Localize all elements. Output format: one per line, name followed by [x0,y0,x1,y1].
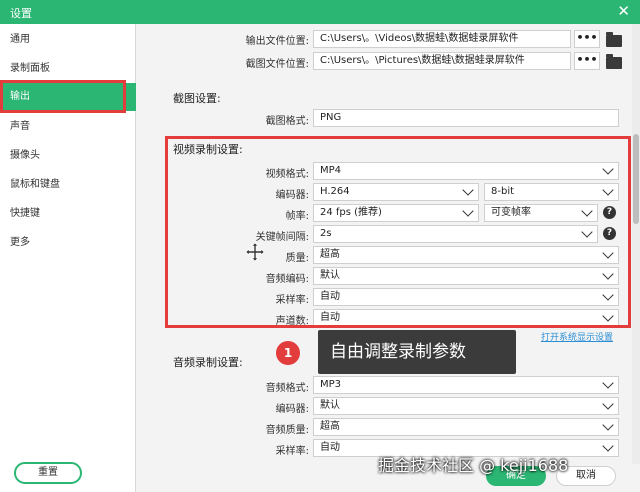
audio-encoder-select[interactable]: 默认 [313,397,619,415]
sidebar-item-recording-panel[interactable]: 录制面板 [0,55,136,83]
audio-sample-rate-value: 自动 [320,442,340,453]
sidebar-highlight-box [0,80,126,113]
audio-format-select[interactable]: MP3 [313,376,619,394]
sidebar-item-more[interactable]: 更多 [0,229,136,257]
folder-icon[interactable] [606,54,622,69]
video-path-field[interactable]: C:\Users\。\Videos\数据蛙\数据蛙录屏软件 [313,30,571,48]
folder-icon[interactable] [606,32,622,47]
open-display-settings-link[interactable]: 打开系统显示设置 [541,330,613,343]
scrollbar-thumb[interactable] [633,134,639,224]
screenshot-path-label: 截图文件位置: [245,59,309,70]
video-path-label: 输出文件位置: [245,36,309,47]
watermark: 掘金技术社区 @ keji1688 [378,456,569,475]
audio-encoder-value: 默认 [320,400,340,411]
move-cursor-icon [245,242,265,262]
title-bar: 设置 ✕ [0,0,640,24]
audio-format-value: MP3 [320,379,342,390]
video-path-more-button[interactable]: ••• [574,30,600,48]
close-icon[interactable]: ✕ [617,2,630,20]
chevron-down-icon [602,377,614,389]
audio-format-label: 音频格式: [265,383,309,394]
audio-quality-label: 音频质量: [265,425,309,436]
content-scrollbar[interactable] [632,24,640,464]
audio-sample-rate-label: 采样率: [275,446,309,457]
reset-button[interactable]: 重置 [14,462,82,484]
screenshot-format-label: 截图格式: [265,116,309,127]
video-settings-highlight-box [165,136,631,328]
annotation-callout: 自由调整录制参数 [318,330,516,374]
audio-quality-value: 超高 [320,421,340,432]
audio-quality-select[interactable]: 超高 [313,418,619,436]
chevron-down-icon [602,398,614,410]
audio-encoder-label: 编码器: [275,404,309,415]
chevron-down-icon [602,440,614,452]
audio-settings-title: 音频录制设置: [173,356,243,369]
screenshot-settings-title: 截图设置: [173,92,221,105]
screenshot-format-select[interactable]: PNG [313,109,619,127]
screenshot-format-value: PNG [320,112,342,123]
sidebar-item-sound[interactable]: 声音 [0,113,136,141]
sidebar-item-general[interactable]: 通用 [0,26,136,54]
sidebar-item-mouse-keyboard[interactable]: 鼠标和键盘 [0,171,136,199]
window-title: 设置 [10,7,32,20]
screenshot-path-more-button[interactable]: ••• [574,52,600,70]
chevron-down-icon [602,419,614,431]
screenshot-path-field[interactable]: C:\Users\。\Pictures\数据蛙\数据蛙录屏软件 [313,52,571,70]
step-badge: 1 [276,341,300,365]
sidebar-item-camera[interactable]: 摄像头 [0,142,136,170]
sidebar-item-shortcuts[interactable]: 快捷键 [0,200,136,228]
